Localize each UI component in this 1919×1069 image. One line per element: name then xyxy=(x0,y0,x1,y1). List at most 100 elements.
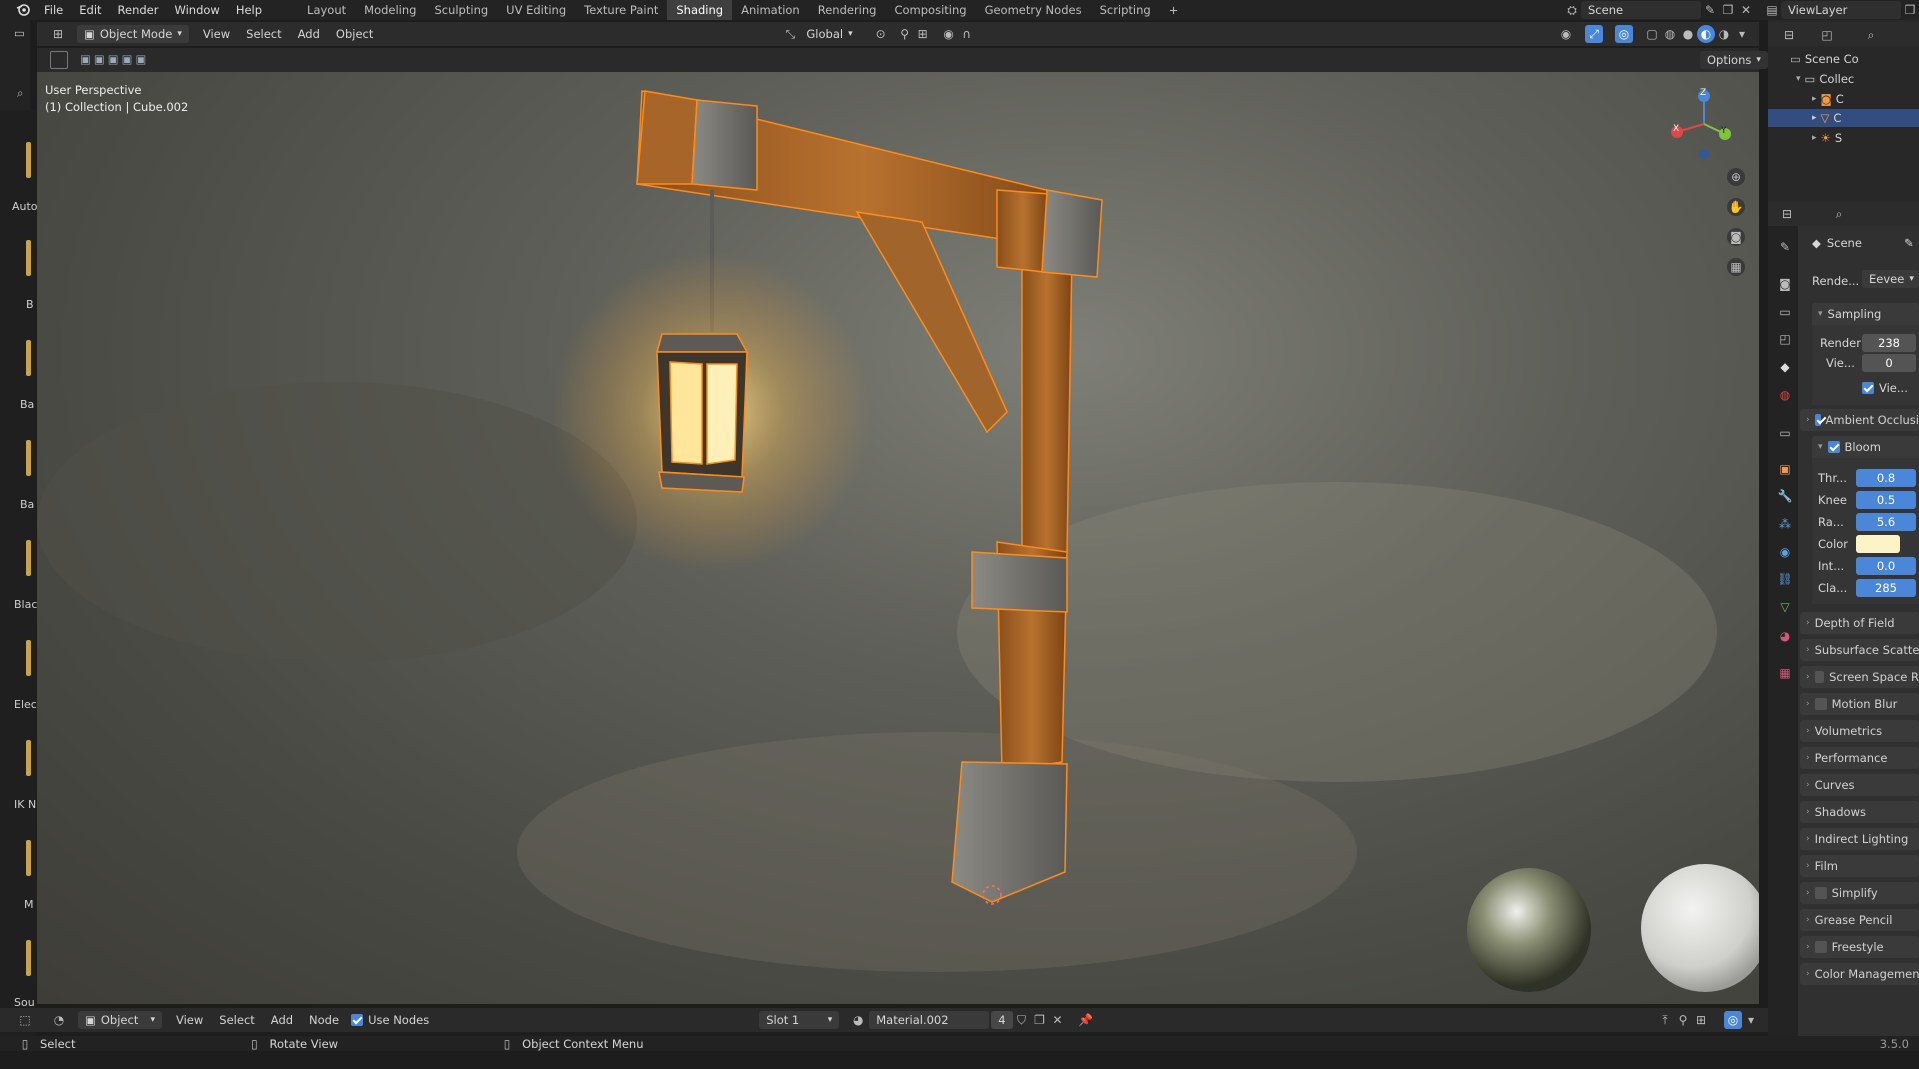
asset-label[interactable]: Auto xyxy=(12,200,38,213)
use-nodes-check[interactable] xyxy=(351,1014,364,1026)
options-dropdown[interactable]: Options ▾ xyxy=(1700,51,1768,69)
bloom-intensity-field[interactable]: 0.0 xyxy=(1856,557,1916,575)
scene-tab-icon[interactable]: ◆ xyxy=(1776,358,1794,376)
tab-animation[interactable]: Animation xyxy=(732,0,809,20)
asset-handle[interactable] xyxy=(26,940,31,976)
menu-add[interactable]: Add xyxy=(290,27,328,41)
menu-window[interactable]: Window xyxy=(166,3,227,17)
wireframe-shading-icon[interactable]: ◍ xyxy=(1661,25,1679,43)
pin-icon[interactable]: ✎ xyxy=(1701,1,1719,19)
view-layer-selector[interactable]: ViewLayer xyxy=(1781,1,1901,19)
select-tool-icon[interactable] xyxy=(50,51,68,69)
indirect-lighting-panel[interactable]: › Indirect Lighting xyxy=(1800,828,1919,850)
asset-handle[interactable] xyxy=(26,240,31,276)
tab-compositing[interactable]: Compositing xyxy=(885,0,975,20)
freestyle-checkbox[interactable] xyxy=(1814,941,1827,953)
asset-label[interactable]: Ba xyxy=(20,398,34,411)
menu-view[interactable]: View xyxy=(168,1013,211,1027)
rendered-shading-icon[interactable]: ◑ xyxy=(1715,25,1733,43)
outliner-collection[interactable]: ▾ ▭ Collec xyxy=(1796,72,1854,86)
shader-type-selector[interactable]: ▣ Object ▾ xyxy=(78,1011,162,1029)
grease-pencil-panel[interactable]: › Grease Pencil xyxy=(1800,909,1919,931)
screen-space-reflections-panel[interactable]: › Screen Space R xyxy=(1800,666,1919,688)
asset-handle[interactable] xyxy=(26,640,31,676)
output-tab-icon[interactable]: ▭ xyxy=(1776,303,1794,321)
color-management-panel[interactable]: › Color Management xyxy=(1800,963,1919,985)
ortho-toggle-icon[interactable]: ▦ xyxy=(1727,258,1745,276)
visibility-icon[interactable]: ◉ xyxy=(1557,25,1575,43)
asset-label[interactable]: Ba xyxy=(20,498,34,511)
depth-of-field-panel[interactable]: › Depth of Field xyxy=(1800,612,1919,634)
solid-shading-icon[interactable]: ● xyxy=(1679,25,1697,43)
outliner-root[interactable]: ▭ Scene Co xyxy=(1790,52,1859,66)
asset-label[interactable]: IK N xyxy=(14,798,36,811)
menu-view[interactable]: View xyxy=(195,27,238,41)
motion-blur-panel[interactable]: › Motion Blur xyxy=(1800,693,1919,715)
gizmo-toggle-icon[interactable]: ⤢ xyxy=(1585,25,1603,43)
asset-label[interactable]: Elec xyxy=(14,698,37,711)
add-workspace-button[interactable]: + xyxy=(1160,0,1188,20)
tab-geometry-nodes[interactable]: Geometry Nodes xyxy=(976,0,1091,20)
tab-modeling[interactable]: Modeling xyxy=(355,0,425,20)
bloom-threshold-field[interactable]: 0.8 xyxy=(1856,469,1916,487)
proportional-edit-icon[interactable]: ◉ xyxy=(940,25,958,43)
menu-help[interactable]: Help xyxy=(228,3,270,17)
modifier-tab-icon[interactable]: 🔧 xyxy=(1776,487,1794,505)
asset-label[interactable]: B xyxy=(26,298,34,311)
material-users-count[interactable]: 4 xyxy=(991,1011,1013,1029)
tab-rendering[interactable]: Rendering xyxy=(809,0,886,20)
select-mode-icons[interactable]: ▣▣▣▣▣ xyxy=(80,52,149,66)
snap-target-icon[interactable]: ⊞ xyxy=(914,25,932,43)
freestyle-panel[interactable]: › Freestyle xyxy=(1800,936,1919,958)
parent-node-icon[interactable]: ⤒ xyxy=(1656,1011,1674,1029)
bloom-color-swatch[interactable] xyxy=(1856,535,1900,553)
overlay-toggle-icon[interactable]: ◎ xyxy=(1615,25,1633,43)
scene-selector[interactable]: Scene xyxy=(1581,1,1701,19)
tool-tab-icon[interactable]: ✎ xyxy=(1776,238,1794,256)
tab-uv-editing[interactable]: UV Editing xyxy=(497,0,575,20)
render-tab-icon[interactable]: ◙ xyxy=(1776,275,1794,293)
menu-select[interactable]: Select xyxy=(211,1013,262,1027)
menu-object[interactable]: Object xyxy=(328,27,381,41)
overlay-options-icon[interactable]: ▾ xyxy=(1742,1011,1760,1029)
motion-blur-checkbox[interactable] xyxy=(1814,698,1827,710)
xray-icon[interactable]: ▢ xyxy=(1643,25,1661,43)
material-name-field[interactable]: Material.002 xyxy=(869,1011,990,1029)
viewport-denoise-checkbox[interactable]: Vie... xyxy=(1862,381,1908,395)
menu-file[interactable]: File xyxy=(36,3,71,17)
search-icon[interactable]: ⌕ xyxy=(1830,205,1848,223)
mode-selector[interactable]: ▣ Object Mode ▾ xyxy=(77,25,189,43)
zoom-icon[interactable]: ⊕ xyxy=(1727,168,1745,186)
fake-user-shield-icon[interactable]: ⛉ xyxy=(1013,1011,1031,1029)
asset-handle[interactable] xyxy=(26,340,31,376)
asset-label[interactable]: M xyxy=(24,898,34,911)
outliner-type-icon[interactable]: ⊟ xyxy=(1780,26,1798,44)
menu-select[interactable]: Select xyxy=(238,27,289,41)
collection-tab-icon[interactable]: ▭ xyxy=(1776,424,1794,442)
bloom-checkbox[interactable] xyxy=(1827,441,1840,453)
menu-node[interactable]: Node xyxy=(301,1013,347,1027)
bloom-panel-header[interactable]: ▾ Bloom xyxy=(1812,436,1919,458)
material-browse-icon[interactable]: ◕ xyxy=(849,1011,867,1029)
texture-tab-icon[interactable]: ▦ xyxy=(1776,664,1794,682)
new-view-layer-icon[interactable]: ❐ xyxy=(1901,1,1919,19)
unlink-material-icon[interactable]: ✕ xyxy=(1049,1011,1067,1029)
pin-icon[interactable]: 📌 xyxy=(1077,1011,1095,1029)
pin-icon[interactable]: ✎ xyxy=(1904,236,1914,250)
material-tab-icon[interactable]: ◕ xyxy=(1776,627,1794,645)
pan-hand-icon[interactable]: ✋ xyxy=(1727,198,1745,216)
film-panel[interactable]: › Film xyxy=(1800,855,1919,877)
shader-type-icon[interactable]: ◔ xyxy=(50,1011,68,1029)
constraints-tab-icon[interactable]: ⛓ xyxy=(1776,570,1794,588)
performance-panel[interactable]: › Performance xyxy=(1800,747,1919,769)
asset-handle[interactable] xyxy=(26,740,31,776)
navigation-gizmo[interactable]: Z X Y xyxy=(1669,84,1739,164)
tab-sculpting[interactable]: Sculpting xyxy=(425,0,497,20)
file-browser-icon[interactable]: ▭ xyxy=(14,26,25,40)
asset-handle[interactable] xyxy=(26,840,31,876)
snap-target-icon[interactable]: ⊞ xyxy=(1692,1011,1710,1029)
subsurface-scattering-panel[interactable]: › Subsurface Scatteri xyxy=(1800,639,1919,661)
tab-scripting[interactable]: Scripting xyxy=(1091,0,1160,20)
render-samples-field[interactable]: 238 xyxy=(1862,334,1916,352)
material-preview-icon[interactable]: ◐ xyxy=(1697,25,1715,43)
